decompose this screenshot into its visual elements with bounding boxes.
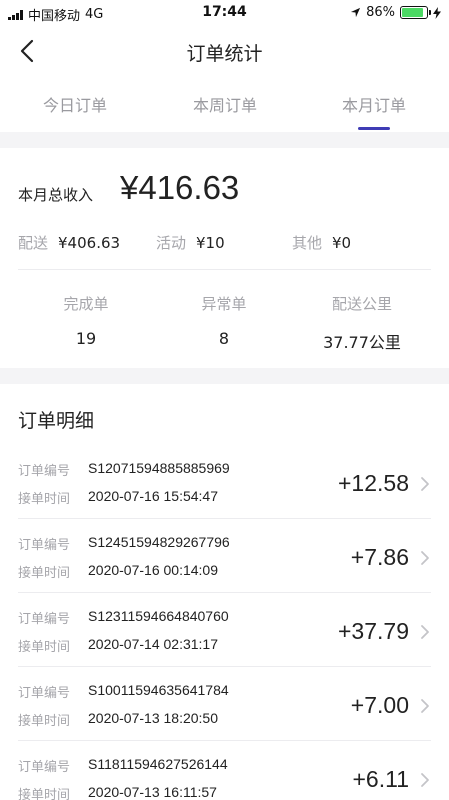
battery-percent: 86%	[366, 5, 395, 20]
chevron-right-icon	[421, 699, 429, 713]
order-amount: +6.11	[352, 766, 410, 792]
summary-card: 本月总收入 ¥416.63 配送 ¥406.63 活动 ¥10 其他 ¥0 完成单 1…	[0, 148, 449, 368]
location-arrow-icon	[351, 7, 361, 18]
charging-bolt-icon	[433, 6, 441, 19]
accept-time: 2020-07-13 16:11:57	[88, 784, 217, 800]
breakdown-value: ¥10	[196, 234, 225, 252]
tab-bar: 今日订单 本周订单 本月订单	[0, 78, 449, 132]
order-no: S12451594829267796	[88, 534, 230, 550]
stat-abnormal-value: 8	[218, 329, 230, 348]
order-no-label: 订单编号	[18, 464, 71, 479]
tab-month[interactable]: 本月订单	[299, 92, 449, 116]
order-detail-card: 订单明细 订单编号 S12071594885885969 接单时间 2020-07-1…	[0, 384, 449, 800]
order-row[interactable]: 订单编号 S12451594829267796 接单时间 2020-07-16 00:…	[0, 534, 449, 608]
divider	[18, 269, 431, 270]
tab-today[interactable]: 今日订单	[0, 92, 150, 116]
status-bar: 中国移动 4G 17:44 86%	[0, 0, 449, 26]
battery-icon	[400, 6, 431, 19]
breakdown-activity: 活动 ¥10	[156, 232, 225, 253]
accept-time: 2020-07-13 18:20:50	[88, 710, 218, 726]
status-right: 86%	[350, 5, 441, 20]
breakdown-label: 配送	[18, 234, 49, 252]
accept-time-label: 接单时间	[18, 788, 71, 800]
breakdown-value: ¥0	[332, 234, 352, 252]
chevron-right-icon	[421, 625, 429, 639]
breakdown-other: 其他 ¥0	[292, 232, 351, 253]
order-no-label: 订单编号	[18, 612, 71, 627]
row-divider	[18, 518, 431, 519]
active-tab-indicator	[358, 127, 390, 130]
order-no-label: 订单编号	[18, 760, 71, 775]
breakdown-value: ¥406.63	[58, 234, 121, 252]
order-row[interactable]: 订单编号 S11811594627526144 接单时间 2020-07-13 16:…	[0, 756, 449, 800]
order-no-label: 订单编号	[18, 538, 71, 553]
stat-completed-value: 19	[75, 329, 97, 348]
section-title: 订单明细	[18, 410, 95, 432]
income-label: 本月总收入	[18, 186, 94, 204]
order-amount: +37.79	[338, 618, 409, 644]
accept-time-label: 接单时间	[18, 566, 71, 581]
order-no: S11811594627526144	[88, 756, 228, 772]
chevron-right-icon	[421, 477, 429, 491]
row-divider	[18, 740, 431, 741]
order-amount: +12.58	[338, 470, 409, 496]
accept-time-label: 接单时间	[18, 640, 71, 655]
income-value: ¥416.63	[120, 169, 240, 206]
tab-week[interactable]: 本周订单	[150, 92, 300, 116]
order-row[interactable]: 订单编号 S12071594885885969 接单时间 2020-07-16 15:…	[0, 460, 449, 534]
accept-time-label: 接单时间	[18, 492, 71, 507]
chevron-right-icon	[421, 773, 429, 787]
accept-time: 2020-07-14 02:31:17	[88, 636, 218, 652]
accept-time-label: 接单时间	[18, 714, 71, 729]
stat-abnormal-label: 异常单	[201, 295, 247, 313]
order-no: S10011594635641784	[88, 682, 229, 698]
order-no: S12311594664840760	[88, 608, 229, 624]
accept-time: 2020-07-16 00:14:09	[88, 562, 218, 578]
breakdown-delivery: 配送 ¥406.63	[18, 232, 120, 253]
order-amount: +7.86	[350, 544, 409, 570]
stat-distance-value: 37.77公里	[323, 333, 401, 352]
row-divider	[18, 592, 431, 593]
order-no-label: 订单编号	[18, 686, 71, 701]
breakdown-label: 其他	[292, 234, 323, 252]
row-divider	[18, 666, 431, 667]
nav-bar: 订单统计	[0, 26, 449, 78]
order-row[interactable]: 订单编号 S10011594635641784 接单时间 2020-07-13 18:…	[0, 682, 449, 756]
accept-time: 2020-07-16 15:54:47	[88, 488, 218, 504]
order-no: S12071594885885969	[88, 460, 230, 476]
page-title: 订单统计	[186, 43, 263, 65]
stat-completed-label: 完成单	[63, 295, 109, 313]
chevron-right-icon	[421, 551, 429, 565]
stat-distance-label: 配送公里	[331, 295, 392, 313]
order-amount: +7.00	[350, 692, 409, 718]
breakdown-label: 活动	[156, 234, 187, 252]
order-row[interactable]: 订单编号 S12311594664840760 接单时间 2020-07-14 02:…	[0, 608, 449, 682]
